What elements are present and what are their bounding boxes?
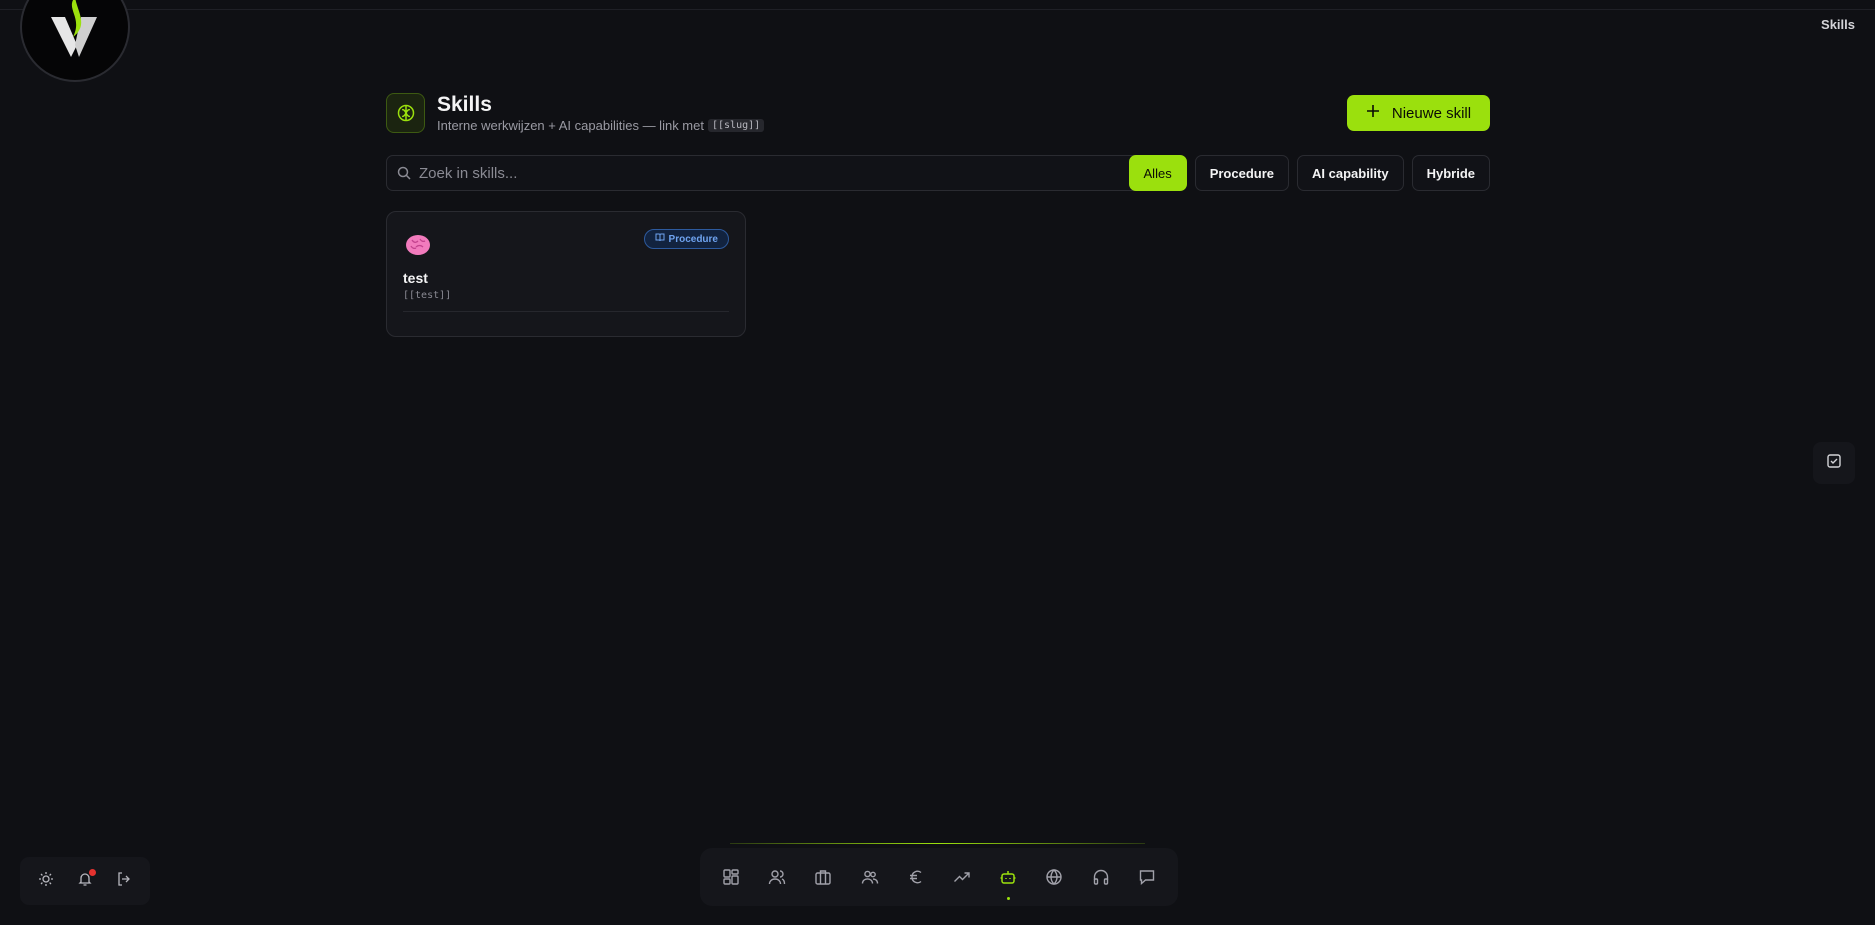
checkbox-icon bbox=[1826, 453, 1842, 474]
users-icon bbox=[769, 870, 786, 885]
headphones-icon bbox=[1093, 869, 1108, 885]
dock-team[interactable] bbox=[855, 862, 885, 892]
book-icon bbox=[655, 233, 665, 245]
type-badge-label: Procedure bbox=[668, 233, 718, 245]
plus-icon bbox=[1366, 104, 1380, 122]
dock-glow-line bbox=[730, 843, 1145, 844]
logo-mark-icon bbox=[51, 0, 97, 57]
bot-icon bbox=[1000, 871, 1016, 884]
new-skill-label: Nieuwe skill bbox=[1391, 104, 1472, 122]
search-filter-row: Alles Procedure AI capability Hybride bbox=[386, 155, 1490, 191]
filter-hybrid[interactable]: Hybride bbox=[1411, 155, 1490, 191]
theme-toggle-button[interactable] bbox=[34, 869, 58, 893]
chat-icon bbox=[1139, 870, 1154, 886]
logout-button[interactable] bbox=[112, 869, 136, 893]
filter-ai-capability[interactable]: AI capability bbox=[1297, 155, 1404, 191]
dock-dashboard[interactable] bbox=[716, 862, 746, 892]
utility-toolbar bbox=[20, 857, 150, 905]
page-header: Skills Interne werkwijzen + AI capabilit… bbox=[386, 93, 1490, 135]
dock-support[interactable] bbox=[1086, 862, 1116, 892]
skill-slug: [[test]] bbox=[403, 290, 452, 301]
app-logo[interactable] bbox=[20, 0, 130, 82]
subtitle-text: Interne werkwijzen + AI capabilities — l… bbox=[437, 118, 704, 133]
tasks-toggle-button[interactable] bbox=[1813, 442, 1855, 484]
filter-all[interactable]: Alles bbox=[1128, 155, 1187, 191]
brain-icon bbox=[386, 93, 425, 133]
dock-analytics[interactable] bbox=[947, 862, 977, 892]
card-divider bbox=[403, 311, 729, 312]
brain-emoji-icon bbox=[404, 232, 432, 258]
top-bar bbox=[0, 0, 1875, 10]
dock-finance[interactable] bbox=[901, 862, 931, 892]
new-skill-button[interactable]: Nieuwe skill bbox=[1347, 95, 1490, 131]
dock-messages[interactable] bbox=[1132, 862, 1162, 892]
dock-skills[interactable] bbox=[993, 862, 1023, 900]
euro-icon bbox=[909, 870, 922, 884]
logout-icon bbox=[116, 871, 132, 892]
dock-users[interactable] bbox=[762, 862, 792, 892]
section-title: Skills bbox=[437, 93, 492, 116]
team-icon bbox=[861, 870, 878, 884]
dashboard-icon bbox=[723, 869, 739, 885]
type-badge: Procedure bbox=[643, 229, 729, 249]
skill-card[interactable]: Procedure test [[test]] bbox=[386, 211, 746, 337]
notifications-button[interactable] bbox=[73, 869, 97, 893]
search-input[interactable] bbox=[419, 164, 1119, 182]
page-title: Skills bbox=[1821, 17, 1855, 32]
search-box bbox=[386, 155, 1151, 191]
bottom-dock bbox=[700, 848, 1178, 906]
notification-dot bbox=[88, 869, 96, 876]
slug-hint-code: [[slug]] bbox=[707, 119, 765, 132]
trending-up-icon bbox=[954, 872, 970, 882]
dock-projects[interactable] bbox=[808, 862, 838, 892]
sun-icon bbox=[38, 871, 54, 892]
skill-name: test bbox=[403, 270, 428, 286]
dock-web[interactable] bbox=[1039, 862, 1069, 892]
filter-tabs: Alles Procedure AI capability Hybride bbox=[1128, 155, 1490, 191]
section-subtitle: Interne werkwijzen + AI capabilities — l… bbox=[437, 118, 765, 133]
filter-procedure[interactable]: Procedure bbox=[1194, 155, 1290, 191]
search-icon bbox=[397, 166, 411, 180]
globe-icon bbox=[1046, 869, 1063, 885]
briefcase-icon bbox=[815, 870, 832, 885]
